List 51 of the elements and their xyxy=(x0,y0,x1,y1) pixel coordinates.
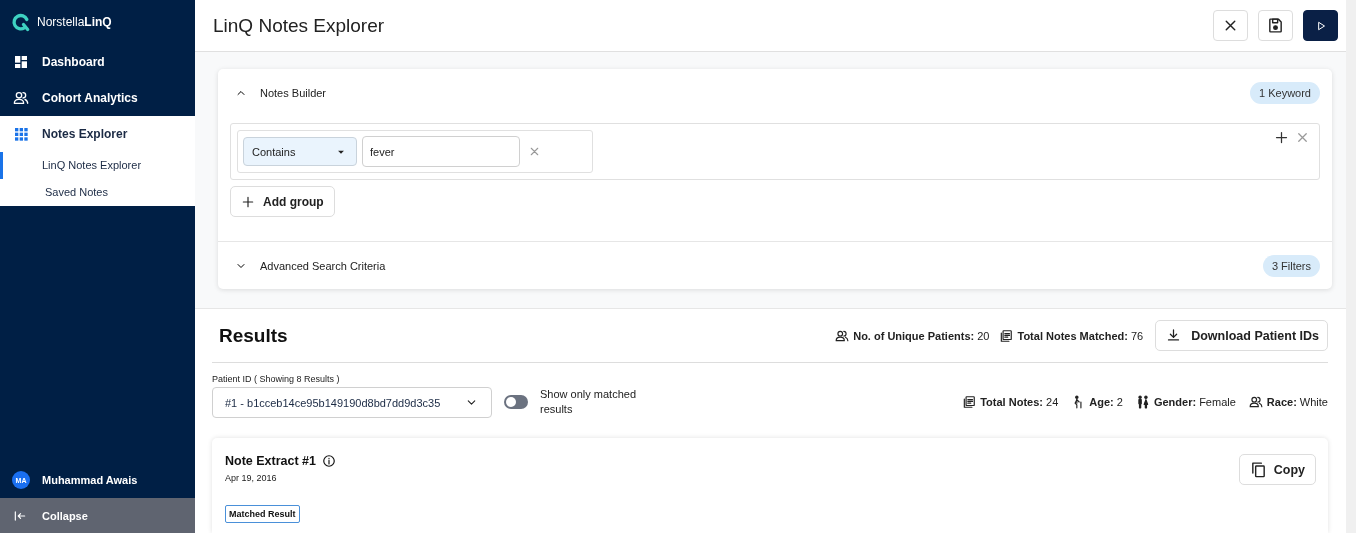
grid-icon xyxy=(13,126,29,142)
stat-text: No. of Unique Patients: 20 xyxy=(853,329,990,342)
sidebar-item[interactable]: Dashboard xyxy=(0,44,195,80)
stat-text: Total Notes: 24 xyxy=(980,396,1059,408)
page-title: LinQ Notes Explorer xyxy=(213,14,386,37)
close-icon xyxy=(528,145,541,158)
add-group-button[interactable]: Add group xyxy=(230,186,335,217)
stat-text: Total Notes Matched: 76 xyxy=(1017,329,1144,342)
stat-text: Gender: Female xyxy=(1153,396,1236,408)
plus-icon xyxy=(241,194,255,209)
collapse-icon xyxy=(13,508,27,523)
count-badge: 3 Filters xyxy=(1262,254,1320,277)
operator-dropdown[interactable]: Contains xyxy=(243,137,357,166)
save-button[interactable] xyxy=(1258,10,1293,41)
submenu-item[interactable]: Saved Notes xyxy=(0,179,195,206)
patient-select[interactable]: #1 - b1cceb14ce95b149190d8bd7dd9d3c35 xyxy=(212,387,492,418)
info-icon xyxy=(322,454,336,468)
section-title: Advanced Search Criteria xyxy=(260,259,387,272)
count-badge: 1 Keyword xyxy=(1250,81,1320,104)
run-button[interactable] xyxy=(1303,10,1338,41)
people-icon xyxy=(835,328,850,343)
man-woman-icon xyxy=(1135,395,1150,409)
plus-icon xyxy=(1274,130,1289,145)
logo-text: NorstellaLinQ xyxy=(37,15,112,29)
keyword-input[interactable]: fever xyxy=(362,136,520,167)
close-icon xyxy=(1295,130,1310,145)
stat-text: Age: 2 xyxy=(1089,396,1123,408)
notes-icon xyxy=(962,395,977,409)
matched-tag: Matched Result xyxy=(225,505,300,523)
note-title: Note Extract #1 xyxy=(225,454,316,468)
download-button[interactable]: Download Patient IDs xyxy=(1155,320,1328,351)
people-icon xyxy=(1248,395,1263,409)
note-date: Apr 19, 2016 xyxy=(225,473,278,483)
sidebar-item[interactable]: Cohort Analytics xyxy=(0,80,195,116)
stat-text: Race: White xyxy=(1266,396,1328,408)
toggle-switch[interactable] xyxy=(504,395,528,409)
dashboard-icon xyxy=(13,54,29,70)
results-title: Results xyxy=(219,324,289,347)
people-icon xyxy=(13,90,29,106)
collapse-button[interactable]: Collapse xyxy=(0,498,195,533)
section-title: Notes Builder xyxy=(260,86,328,99)
download-icon xyxy=(1166,328,1182,343)
close-button[interactable] xyxy=(1213,10,1248,41)
notes-icon xyxy=(999,328,1014,343)
field-label: Patient ID ( Showing 8 Results ) xyxy=(212,374,341,384)
user-name: Muhammad Awais xyxy=(42,474,138,486)
sidebar-item[interactable]: Notes Explorer xyxy=(0,116,195,152)
copy-button[interactable]: Copy xyxy=(1238,454,1316,485)
logo-icon xyxy=(11,12,31,32)
copy-icon xyxy=(1249,461,1267,478)
toggle-label: Show only matched results xyxy=(540,387,637,417)
